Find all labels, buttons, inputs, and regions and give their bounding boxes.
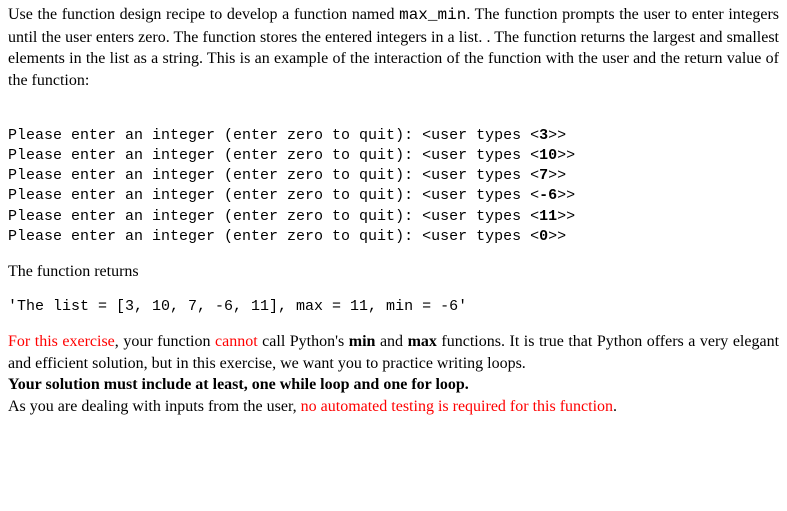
user-input: -6 [539,187,557,204]
note-red-b: cannot [215,333,258,350]
loop-requirement: Your solution must include at least, one… [8,376,469,393]
min-word: min [349,333,376,350]
user-input: 3 [539,127,548,144]
interaction-line: Please enter an integer (enter zero to q… [8,167,566,184]
user-input: 0 [539,228,548,245]
intro-paragraph: Use the function design recipe to develo… [8,4,779,91]
prompt-tail: >> [548,127,566,144]
prompt-text: Please enter an integer (enter zero to q… [8,208,539,225]
interaction-block: Please enter an integer (enter zero to q… [8,105,779,247]
prompt-text: Please enter an integer (enter zero to q… [8,187,539,204]
prompt-text: Please enter an integer (enter zero to q… [8,127,539,144]
user-input: 7 [539,167,548,184]
prompt-tail: >> [548,228,566,245]
notes-block: For this exercise, your function cannot … [8,331,779,417]
user-input: 10 [539,147,557,164]
max-word: max [408,333,437,350]
interaction-line: Please enter an integer (enter zero to q… [8,208,575,225]
prompt-tail: >> [548,167,566,184]
prompt-text: Please enter an integer (enter zero to q… [8,147,539,164]
function-name: max_min [399,6,466,24]
prompt-text: Please enter an integer (enter zero to q… [8,228,539,245]
prompt-tail: >> [557,147,575,164]
interaction-line: Please enter an integer (enter zero to q… [8,127,566,144]
no-testing-note: no automated testing is required for thi… [301,398,613,415]
note-text: and [375,333,407,350]
interaction-line: Please enter an integer (enter zero to q… [8,187,575,204]
prompt-text: Please enter an integer (enter zero to q… [8,167,539,184]
returns-label: The function returns [8,261,779,283]
user-input: 11 [539,208,557,225]
interaction-line: Please enter an integer (enter zero to q… [8,147,575,164]
interaction-line: Please enter an integer (enter zero to q… [8,228,566,245]
return-value: 'The list = [3, 10, 7, -6, 11], max = 11… [8,297,779,317]
note-text: As you are dealing with inputs from the … [8,398,301,415]
prompt-tail: >> [557,187,575,204]
note-text: . [613,398,617,415]
note-text: call Python's [258,333,349,350]
note-text: , your function [115,333,215,350]
intro-text-a: Use the function design recipe to develo… [8,6,399,23]
note-red-a: For this exercise [8,333,115,350]
prompt-tail: >> [557,208,575,225]
